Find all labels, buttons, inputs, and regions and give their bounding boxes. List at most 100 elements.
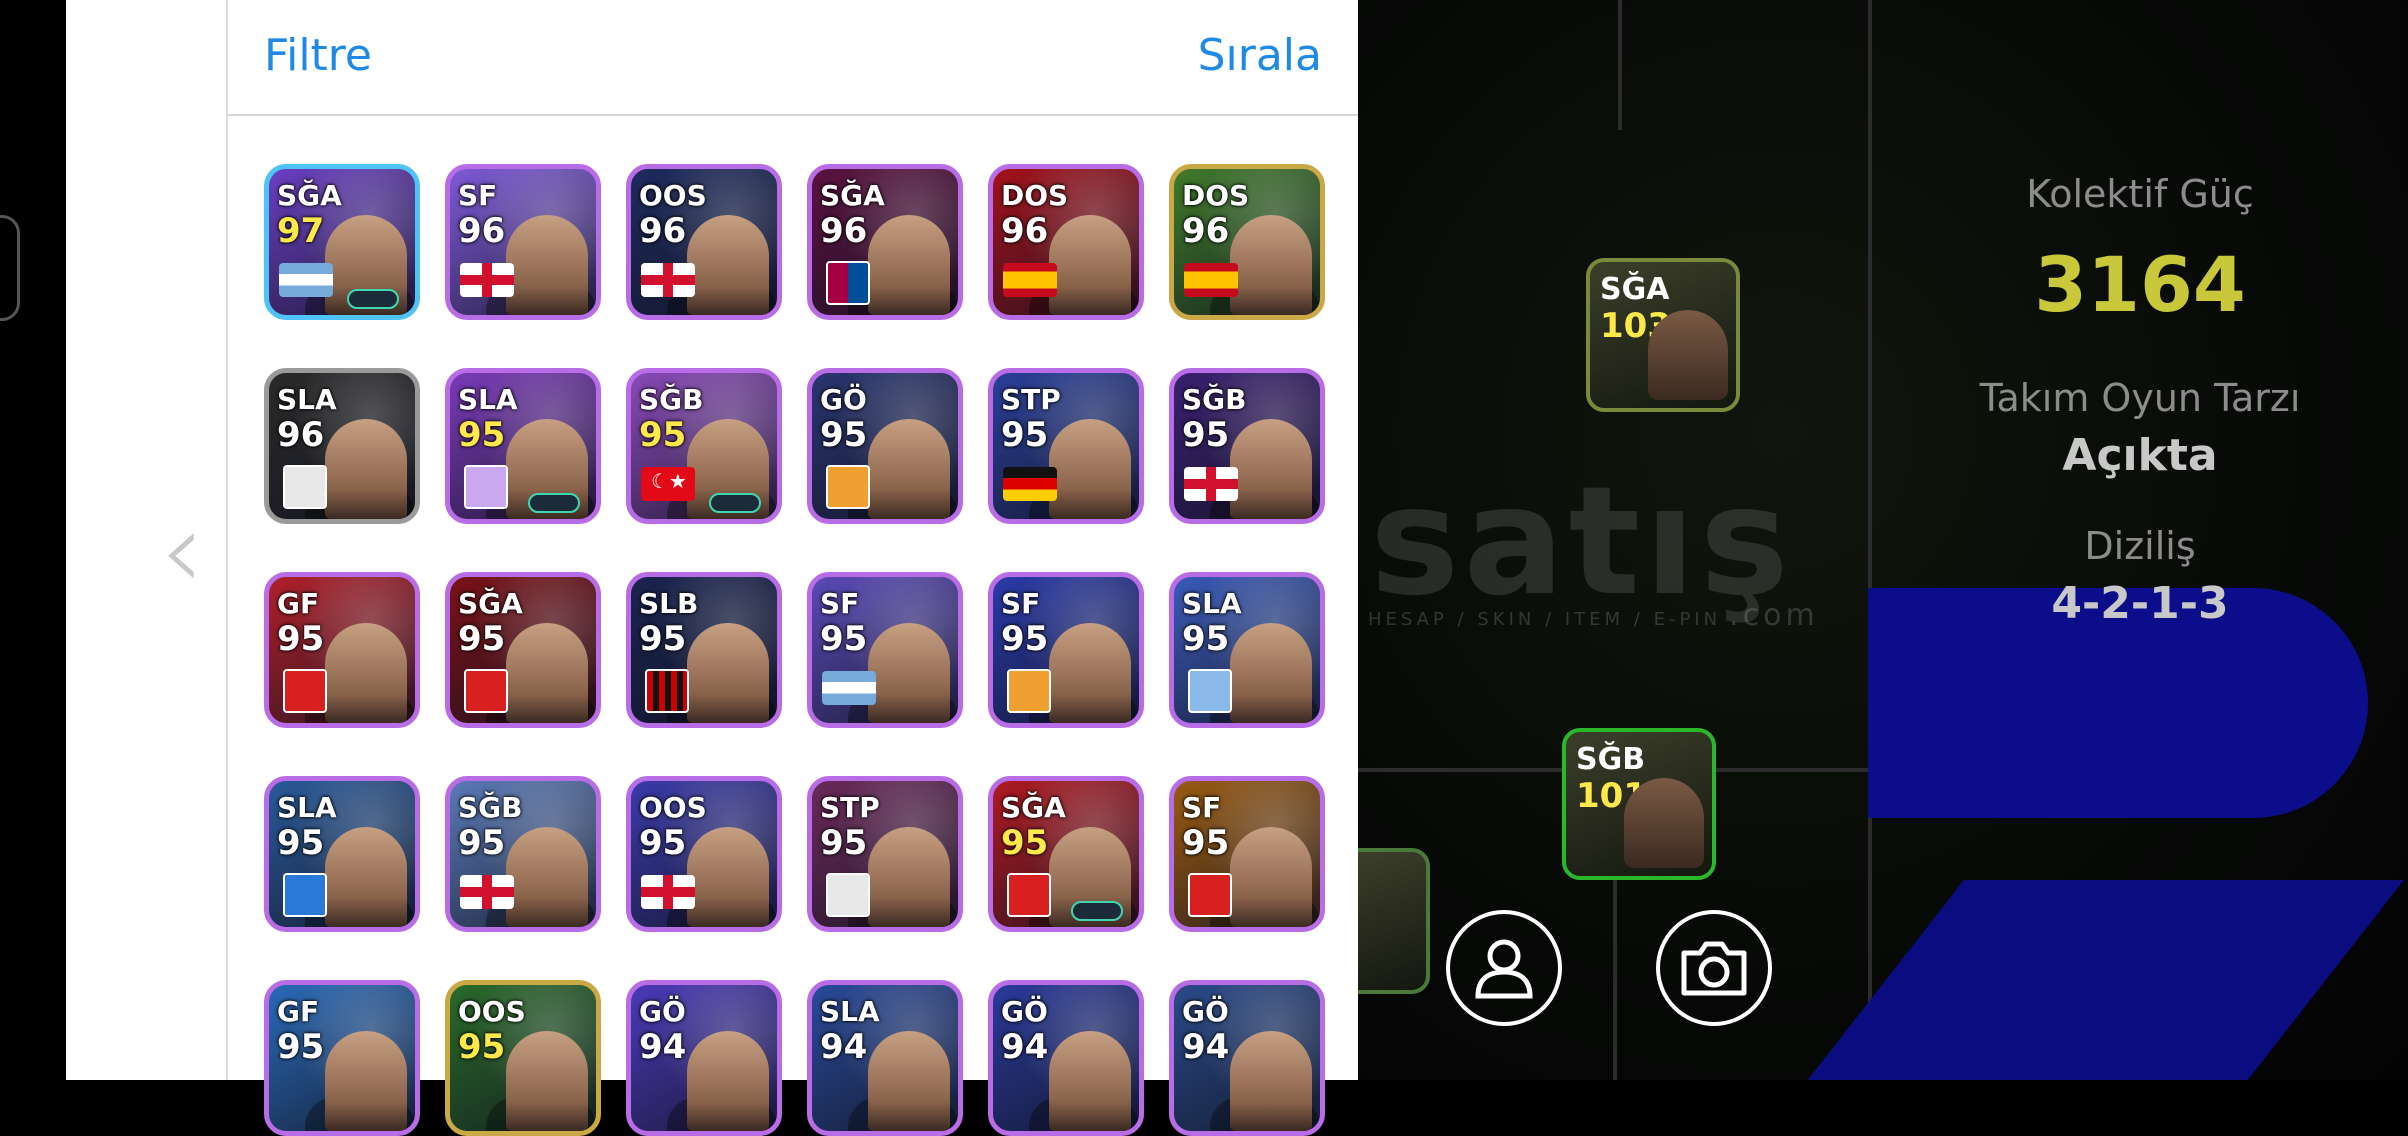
player-portrait <box>1230 215 1312 315</box>
player-rating: 96 <box>277 415 325 455</box>
player-position: OOS <box>639 179 707 212</box>
player-portrait <box>1230 1031 1312 1131</box>
player-card[interactable]: SF 96 <box>445 164 601 320</box>
player-portrait <box>868 419 950 519</box>
player-card[interactable]: SĞA 95 <box>445 572 601 728</box>
panel-header: Filtre Sırala <box>228 0 1358 116</box>
player-position: SĞA <box>1001 791 1066 824</box>
player-rating: 95 <box>639 619 687 659</box>
pitch-player-card[interactable] <box>1358 848 1430 994</box>
decorative-shape <box>1792 880 2404 1080</box>
profile-button[interactable] <box>1446 910 1562 1026</box>
player-card[interactable]: OOS 96 <box>626 164 782 320</box>
player-portrait <box>506 623 588 723</box>
chevron-left-icon[interactable]: ‹ <box>160 495 220 605</box>
player-portrait <box>1648 310 1728 400</box>
camera-icon <box>1681 941 1747 996</box>
player-card[interactable]: SĞA 97 <box>264 164 420 320</box>
player-rating: 95 <box>820 619 868 659</box>
player-card[interactable]: SF 95 <box>1169 776 1325 932</box>
playstyle-value: Açıkta <box>2062 430 2218 481</box>
player-rating: 94 <box>1182 1027 1230 1067</box>
player-card[interactable]: SF 95 <box>807 572 963 728</box>
player-card[interactable]: SĞA 95 <box>988 776 1144 932</box>
player-position: DOS <box>1001 179 1069 212</box>
user-icon <box>1475 939 1533 999</box>
player-card[interactable]: GF 95 <box>264 980 420 1136</box>
player-card[interactable]: SĞB 95 <box>1169 368 1325 524</box>
club-crest-icon <box>1188 669 1232 713</box>
player-card[interactable]: SLB 95 <box>626 572 782 728</box>
player-rating: 96 <box>1001 211 1049 251</box>
nation-flag-icon <box>1003 467 1057 501</box>
player-position: SLA <box>277 383 337 416</box>
player-portrait <box>687 215 769 315</box>
formation-label: Diziliş <box>2084 524 2196 568</box>
nation-flag-icon <box>460 263 514 297</box>
player-card[interactable]: SF 95 <box>988 572 1144 728</box>
player-position: SF <box>458 179 498 212</box>
player-position: OOS <box>458 995 526 1028</box>
camera-button[interactable] <box>1656 910 1772 1026</box>
player-rating: 95 <box>1001 823 1049 863</box>
pitch-player-card[interactable]: SĞA 103 <box>1586 258 1740 412</box>
player-card[interactable]: DOS 96 <box>1169 164 1325 320</box>
player-position: GÖ <box>820 383 867 416</box>
player-card[interactable]: SLA 95 <box>1169 572 1325 728</box>
player-card[interactable]: DOS 96 <box>988 164 1144 320</box>
player-card[interactable]: GÖ 94 <box>988 980 1144 1136</box>
player-card[interactable]: GÖ 94 <box>626 980 782 1136</box>
player-rating: 95 <box>820 415 868 455</box>
watermark-tagline: HESAP / SKIN / ITEM / E-PIN .com <box>1368 598 1819 633</box>
player-card[interactable]: STP 95 <box>807 776 963 932</box>
filter-button[interactable]: Filtre <box>264 30 372 81</box>
nation-flag-icon <box>460 875 514 909</box>
nation-flag-icon <box>1184 467 1238 501</box>
player-portrait <box>868 623 950 723</box>
club-crest-icon <box>826 873 870 917</box>
player-card[interactable]: OOS 95 <box>626 776 782 932</box>
player-card[interactable]: SLA 94 <box>807 980 963 1136</box>
player-rating: 95 <box>1182 823 1230 863</box>
player-portrait <box>506 827 588 927</box>
player-position: SLA <box>458 383 518 416</box>
player-portrait <box>506 1031 588 1131</box>
player-rating: 95 <box>1182 415 1230 455</box>
player-portrait <box>868 215 950 315</box>
club-crest-icon <box>1007 669 1051 713</box>
player-position: SLA <box>820 995 880 1028</box>
player-card[interactable]: OOS 95 <box>445 980 601 1136</box>
player-card[interactable]: SLA 95 <box>445 368 601 524</box>
player-position: GF <box>277 995 320 1028</box>
player-card[interactable]: SĞA 96 <box>807 164 963 320</box>
player-card[interactable]: GÖ 95 <box>807 368 963 524</box>
player-card[interactable]: SĞB 95 <box>445 776 601 932</box>
player-position: STP <box>820 791 880 824</box>
pitch-player-card[interactable]: SĞB 101 <box>1562 728 1716 880</box>
player-position: SĞA <box>1600 272 1670 307</box>
player-card[interactable]: SĞB 95 <box>626 368 782 524</box>
nation-flag-icon <box>822 671 876 705</box>
sort-button[interactable]: Sırala <box>1198 30 1322 81</box>
watermark-sub-text: HESAP / SKIN / ITEM / E-PIN <box>1368 609 1722 630</box>
player-position: SĞA <box>277 179 342 212</box>
system-nav-handle <box>0 215 20 321</box>
player-card[interactable]: GÖ 94 <box>1169 980 1325 1136</box>
player-card[interactable]: GF 95 <box>264 572 420 728</box>
player-position: SĞB <box>1182 383 1247 416</box>
player-rating: 95 <box>277 823 325 863</box>
player-card[interactable]: STP 95 <box>988 368 1144 524</box>
player-portrait <box>1230 623 1312 723</box>
player-card[interactable]: SLA 95 <box>264 776 420 932</box>
club-crest-icon <box>826 261 870 305</box>
player-portrait <box>325 827 407 927</box>
player-portrait <box>1049 1031 1131 1131</box>
skill-chip-icon <box>1071 901 1123 921</box>
nation-flag-icon <box>279 263 333 297</box>
player-rating: 95 <box>639 823 687 863</box>
player-card[interactable]: SLA 96 <box>264 368 420 524</box>
player-portrait <box>1230 827 1312 927</box>
player-rating: 95 <box>458 1027 506 1067</box>
nation-flag-icon <box>641 263 695 297</box>
player-position: SĞB <box>1576 742 1646 777</box>
